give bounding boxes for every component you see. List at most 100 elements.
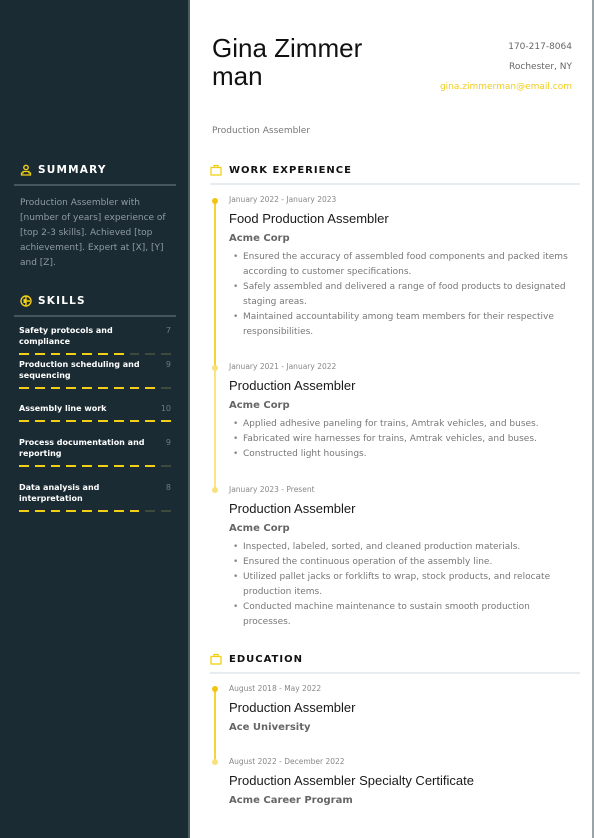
rating-segment-empty (161, 510, 171, 512)
entry-org: Acme Corp (229, 233, 290, 244)
bullet: Ensured the continuous operation of the … (229, 555, 574, 570)
work-entry: January 2023 - Present Production Assemb… (229, 485, 574, 630)
bullet: Maintained accountability among team mem… (229, 310, 574, 340)
rating-segment-filled (19, 465, 29, 467)
rating-segment-filled (113, 353, 124, 355)
skill-name: Production scheduling and sequencing (19, 360, 140, 380)
divider (210, 183, 580, 185)
rating-segment-filled (129, 420, 140, 422)
rating-segment-filled (82, 465, 92, 467)
divider (14, 184, 176, 186)
entry-bullets: Ensured the accuracy of assembled food c… (229, 250, 574, 340)
divider (210, 672, 580, 674)
skill-rating-bar (19, 420, 171, 422)
candidate-title: Production Assembler (212, 126, 311, 136)
rating-segment-filled (129, 510, 140, 512)
rating-segment-filled (19, 420, 29, 422)
skill-level: 10 (160, 404, 171, 413)
rating-segment-filled (50, 353, 61, 355)
rating-segment-filled (34, 510, 45, 512)
rating-segment-filled (161, 420, 171, 422)
bullet: Fabricated wire harnesses for trains, Am… (229, 432, 574, 447)
rating-segment-empty (129, 353, 140, 355)
rating-segment-filled (97, 387, 108, 389)
entry-role: Production Assembler (229, 700, 356, 715)
rating-segment-filled (34, 420, 45, 422)
briefcase-icon (210, 164, 222, 176)
skill-name: Assembly line work (19, 404, 107, 413)
rating-segment-filled (97, 510, 108, 512)
email-link[interactable]: gina.zimmerman@email.com (440, 77, 572, 97)
rating-segment-filled (66, 510, 77, 512)
rating-segment-empty (161, 465, 171, 467)
skill-rating-bar (19, 353, 171, 355)
rating-segment-filled (145, 465, 156, 467)
rating-segment-empty (161, 387, 171, 389)
bullet: Ensured the accuracy of assembled food c… (229, 250, 574, 280)
entry-org: Acme Corp (229, 400, 290, 411)
bullet: Inspected, labeled, sorted, and cleaned … (229, 540, 574, 555)
skill-level: 7 (165, 326, 171, 335)
rating-segment-filled (97, 465, 108, 467)
skill-item: Assembly line work 10 (19, 403, 171, 422)
skills-heading: SKILLS (14, 292, 176, 310)
entry-date: January 2023 - Present (229, 485, 315, 494)
skill-item: Safety protocols and compliance 7 (19, 325, 171, 355)
contact-info: 170-217-8064 Rochester, NY gina.zimmerma… (440, 37, 572, 97)
entry-role: Production Assembler (229, 501, 356, 516)
rating-segment-filled (113, 387, 124, 389)
skills-section: SKILLS (14, 292, 176, 317)
rating-segment-filled (113, 510, 124, 512)
entry-org: Acme Career Program (229, 795, 353, 806)
rating-segment-filled (50, 510, 61, 512)
education-entry: August 2018 - May 2022 Production Assemb… (229, 684, 574, 734)
education-heading: EDUCATION (210, 651, 580, 674)
rating-segment-filled (50, 420, 61, 422)
rating-segment-filled (82, 420, 92, 422)
skill-item: Process documentation and reporting 9 (19, 437, 171, 467)
bullet: Applied adhesive paneling for trains, Am… (229, 417, 574, 432)
timeline-dot (212, 365, 218, 371)
bullet: Utilized pallet jacks or forklifts to wr… (229, 570, 574, 600)
skill-rating-bar (19, 510, 171, 512)
entry-org: Ace University (229, 722, 311, 733)
rating-segment-filled (66, 353, 77, 355)
entry-bullets: Inspected, labeled, sorted, and cleaned … (229, 540, 574, 630)
work-entry: January 2022 - January 2023 Food Product… (229, 195, 574, 340)
entry-role: Production Assembler (229, 378, 356, 393)
skill-level: 9 (165, 360, 171, 369)
briefcase-icon (210, 653, 222, 665)
rating-segment-filled (145, 387, 156, 389)
rating-segment-filled (66, 420, 77, 422)
timeline-dot (212, 198, 218, 204)
rating-segment-filled (97, 353, 108, 355)
location: Rochester, NY (509, 62, 572, 72)
rating-segment-filled (66, 387, 77, 389)
rating-segment-empty (145, 510, 156, 512)
skill-name: Process documentation and reporting (19, 438, 145, 458)
rating-segment-filled (19, 353, 29, 355)
rating-segment-filled (82, 387, 92, 389)
rating-segment-filled (129, 465, 140, 467)
sidebar: SUMMARY Production Assembler with [numbe… (0, 0, 190, 838)
rating-segment-empty (161, 353, 171, 355)
rating-segment-filled (34, 387, 45, 389)
skill-name: Data analysis and interpretation (19, 483, 100, 503)
rating-segment-filled (50, 465, 61, 467)
rating-segment-filled (19, 510, 29, 512)
compass-icon (20, 295, 32, 307)
timeline-line (214, 367, 216, 489)
rating-segment-filled (34, 465, 45, 467)
entry-date: August 2018 - May 2022 (229, 684, 322, 693)
person-icon (20, 164, 32, 176)
summary-heading: SUMMARY (14, 161, 176, 179)
rating-segment-filled (113, 420, 124, 422)
skill-item: Data analysis and interpretation 8 (19, 482, 171, 512)
rating-segment-filled (19, 387, 29, 389)
skill-level: 8 (165, 483, 171, 492)
entry-bullets: Applied adhesive paneling for trains, Am… (229, 417, 574, 462)
entry-date: January 2021 - January 2022 (229, 362, 337, 371)
entry-date: January 2022 - January 2023 (229, 195, 337, 204)
skills-title: SKILLS (38, 295, 86, 307)
resume-page: SUMMARY Production Assembler with [numbe… (0, 0, 594, 838)
